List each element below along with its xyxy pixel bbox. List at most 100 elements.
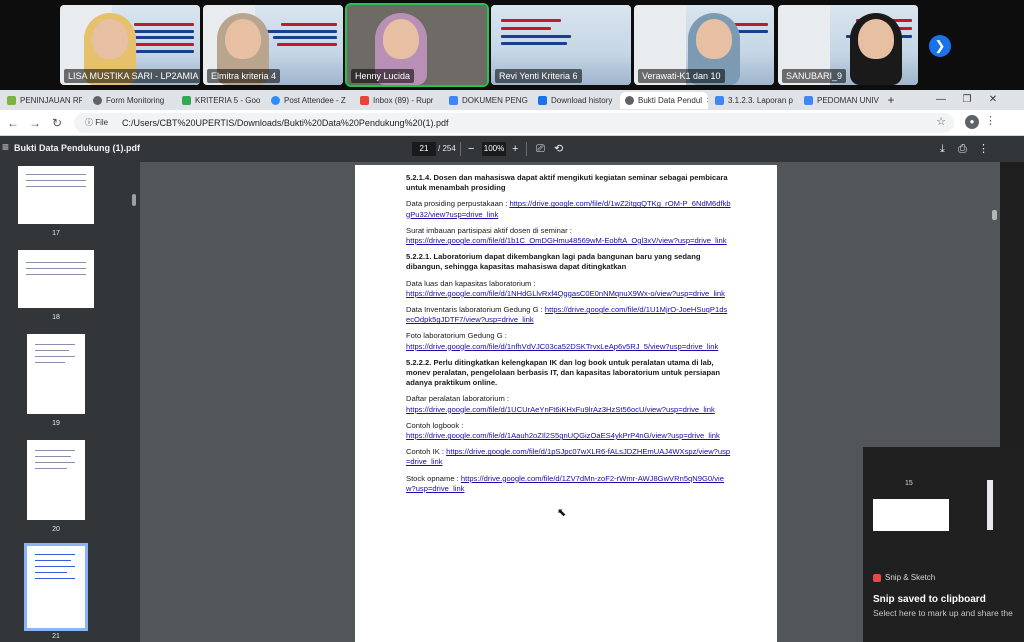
text-label: Foto laboratorium Gedung G : bbox=[406, 331, 507, 341]
text-label: Data luas dan kapasitas laboratorium : bbox=[406, 278, 536, 288]
info-icon: ⓘ bbox=[85, 118, 96, 127]
drive-link[interactable]: https://drive.google.com/file/d/1Aauh2oZ… bbox=[406, 431, 720, 440]
reload-icon[interactable]: ↻ bbox=[48, 114, 66, 132]
screen: LISA MUSTIKA SARI - LP2AMIA Elmitra krit… bbox=[0, 0, 1024, 642]
print-icon[interactable]: ⎙ bbox=[958, 141, 967, 157]
participant-tile[interactable]: Elmitra kriteria 4 bbox=[203, 5, 343, 85]
snip-page-label: 15 bbox=[905, 480, 913, 487]
meeting-video-strip: LISA MUSTIKA SARI - LP2AMIA Elmitra krit… bbox=[0, 0, 1024, 90]
browser-tab[interactable]: PENINJAUAN RPS bbox=[2, 92, 82, 109]
snip-preview-scroll bbox=[987, 480, 993, 530]
forward-icon[interactable]: → bbox=[26, 114, 44, 132]
bookmark-star-icon[interactable]: ☆ bbox=[936, 115, 946, 128]
page-content: 5.2.1.4. Dosen dan mahasiswa dapat aktif… bbox=[406, 173, 731, 500]
close-icon[interactable]: ✕ bbox=[706, 96, 708, 105]
minimize-icon[interactable]: — bbox=[928, 90, 954, 110]
browser-tab-bar: PENINJAUAN RPS Form Monitoring KRITERIA … bbox=[0, 90, 1024, 110]
zoom-input[interactable]: 100% bbox=[482, 142, 506, 156]
snip-title: Snip saved to clipboard bbox=[873, 594, 986, 605]
pdf-toolbar: ≡ Bukti Data Pendukung (1).pdf 21 / 254 … bbox=[0, 136, 1024, 162]
tab-favicon-icon bbox=[804, 96, 813, 105]
text-label: Data Inventaris laboratorium Gedung G : bbox=[406, 305, 545, 315]
drive-link[interactable]: https://drive.google.com/file/d/1nfhVdVJ… bbox=[406, 342, 718, 351]
zoom-in-button[interactable]: + bbox=[512, 141, 518, 157]
restore-icon[interactable]: ❐ bbox=[954, 90, 980, 110]
sidebar-scrollbar[interactable] bbox=[132, 194, 136, 206]
browser-tab[interactable]: Inbox (89) - Rupr bbox=[355, 92, 440, 109]
tab-favicon-icon bbox=[182, 96, 191, 105]
new-tab-button[interactable]: + bbox=[878, 90, 904, 110]
zoom-out-button[interactable]: − bbox=[468, 141, 474, 157]
browser-tab[interactable]: PEDOMAN UNIV bbox=[799, 92, 884, 109]
snip-preview bbox=[873, 499, 949, 531]
participant-name: Henny Lucida bbox=[351, 69, 415, 83]
page-thumbnail[interactable] bbox=[27, 334, 85, 414]
tab-favicon-icon bbox=[93, 96, 102, 105]
browser-tab[interactable]: Post Attendee - Z bbox=[266, 92, 351, 109]
tab-favicon-icon bbox=[715, 96, 724, 105]
text-label: Contoh logbook : bbox=[406, 420, 464, 430]
browser-menu-icon[interactable]: ⋮ bbox=[985, 114, 996, 127]
drive-link[interactable]: https://drive.google.com/file/d/1b1C_OmD… bbox=[406, 236, 727, 245]
page-thumbnail-selected[interactable] bbox=[24, 543, 88, 631]
snip-notification[interactable]: 15 Snip & Sketch Snip saved to clipboard… bbox=[863, 447, 1024, 642]
more-options-icon[interactable]: ⋮ bbox=[978, 141, 989, 157]
page-thumbnail[interactable] bbox=[18, 250, 94, 308]
file-chip[interactable]: ⓘ File bbox=[80, 116, 113, 130]
profile-avatar[interactable]: ● bbox=[965, 115, 979, 129]
browser-tab[interactable]: KRITERIA 5 - Goo bbox=[177, 92, 262, 109]
thumbnail-label: 17 bbox=[52, 230, 60, 237]
chevron-right-icon[interactable]: ❯ bbox=[929, 35, 951, 57]
browser-tab-active[interactable]: Bukti Data Pendul✕ bbox=[620, 92, 708, 109]
tab-favicon-icon bbox=[7, 96, 16, 105]
drive-link[interactable]: https://drive.google.com/file/d/1UCUrAeY… bbox=[406, 405, 715, 414]
tab-favicon-icon bbox=[271, 96, 280, 105]
text-label: Daftar peralatan laboratorium : bbox=[406, 394, 509, 404]
browser-tab[interactable]: 3.1.2.3. Laporan p bbox=[710, 92, 795, 109]
drive-link[interactable]: https://drive.google.com/file/d/1pSJpc07… bbox=[406, 447, 730, 466]
section-heading: 5.2.2.1. Laboratorium dapat dikembangkan… bbox=[406, 252, 701, 272]
snip-app-name: Snip & Sketch bbox=[873, 573, 935, 582]
pdf-title: Bukti Data Pendukung (1).pdf bbox=[14, 143, 140, 153]
browser-tab[interactable]: Form Monitoring bbox=[88, 92, 173, 109]
page-number-input[interactable]: 21 bbox=[412, 142, 436, 156]
participant-tile[interactable]: LISA MUSTIKA SARI - LP2AMIA bbox=[60, 5, 200, 85]
browser-tab[interactable]: Download history bbox=[533, 92, 618, 109]
thumbnail-label: 21 bbox=[52, 633, 60, 640]
participant-name: Elmitra kriteria 4 bbox=[207, 69, 281, 83]
snip-body: Select here to mark up and share the bbox=[873, 608, 1013, 618]
tab-favicon-icon bbox=[538, 96, 547, 105]
back-icon[interactable]: ← bbox=[4, 114, 22, 132]
download-icon[interactable]: ⤓ bbox=[940, 141, 945, 157]
url-text: C:/Users/CBT%20UPERTIS/Downloads/Bukti%2… bbox=[122, 118, 449, 128]
snip-sketch-icon bbox=[873, 573, 881, 582]
thumbnail-label: 20 bbox=[52, 526, 60, 533]
text-label: Stock opname : bbox=[406, 473, 461, 483]
participant-video bbox=[844, 13, 906, 85]
pdf-viewer: 17 18 19 20 21 5.2.1.4. Dosen dan mahasi… bbox=[0, 162, 1000, 642]
address-input[interactable]: ⓘ File C:/Users/CBT%20UPERTIS/Downloads/… bbox=[74, 113, 954, 133]
page-thumbnail[interactable] bbox=[27, 440, 85, 520]
close-window-icon[interactable]: ✕ bbox=[980, 90, 1006, 110]
participant-tile[interactable]: Verawati-K1 dan 10 bbox=[634, 5, 774, 85]
rotate-icon[interactable]: ⟲ bbox=[554, 141, 563, 157]
tab-favicon-icon bbox=[449, 96, 458, 105]
hamburger-menu-icon[interactable]: ≡ bbox=[2, 140, 9, 154]
tab-favicon-icon bbox=[625, 96, 634, 105]
participant-tile-speaking[interactable]: Henny Lucida bbox=[345, 3, 489, 87]
fit-page-icon[interactable]: ⎚ bbox=[536, 141, 545, 157]
thumbnail-label: 19 bbox=[52, 420, 60, 427]
browser-tab[interactable]: DOKUMEN PENG bbox=[444, 92, 529, 109]
text-label: Data prosiding perpustakaan : bbox=[406, 199, 510, 209]
address-bar-row: ← → ↻ ⓘ File C:/Users/CBT%20UPERTIS/Down… bbox=[0, 110, 1024, 136]
section-heading: 5.2.2.2. Perlu ditingkatkan kelengkapan … bbox=[406, 357, 720, 388]
thumbnail-label: 18 bbox=[52, 314, 60, 321]
participant-tile[interactable]: SANUBARI_9 bbox=[778, 5, 918, 85]
drive-link[interactable]: https://drive.google.com/file/d/1NHdGLlv… bbox=[406, 289, 725, 298]
participant-name: Revi Yenti Kriteria 6 bbox=[495, 69, 582, 83]
participant-tile[interactable]: Revi Yenti Kriteria 6 bbox=[491, 5, 631, 85]
page-thumbnail[interactable] bbox=[18, 166, 94, 224]
participant-name: LISA MUSTIKA SARI - LP2AMIA bbox=[64, 69, 200, 83]
document-scrollbar-thumb[interactable] bbox=[992, 210, 997, 220]
participant-name: SANUBARI_9 bbox=[782, 69, 847, 83]
